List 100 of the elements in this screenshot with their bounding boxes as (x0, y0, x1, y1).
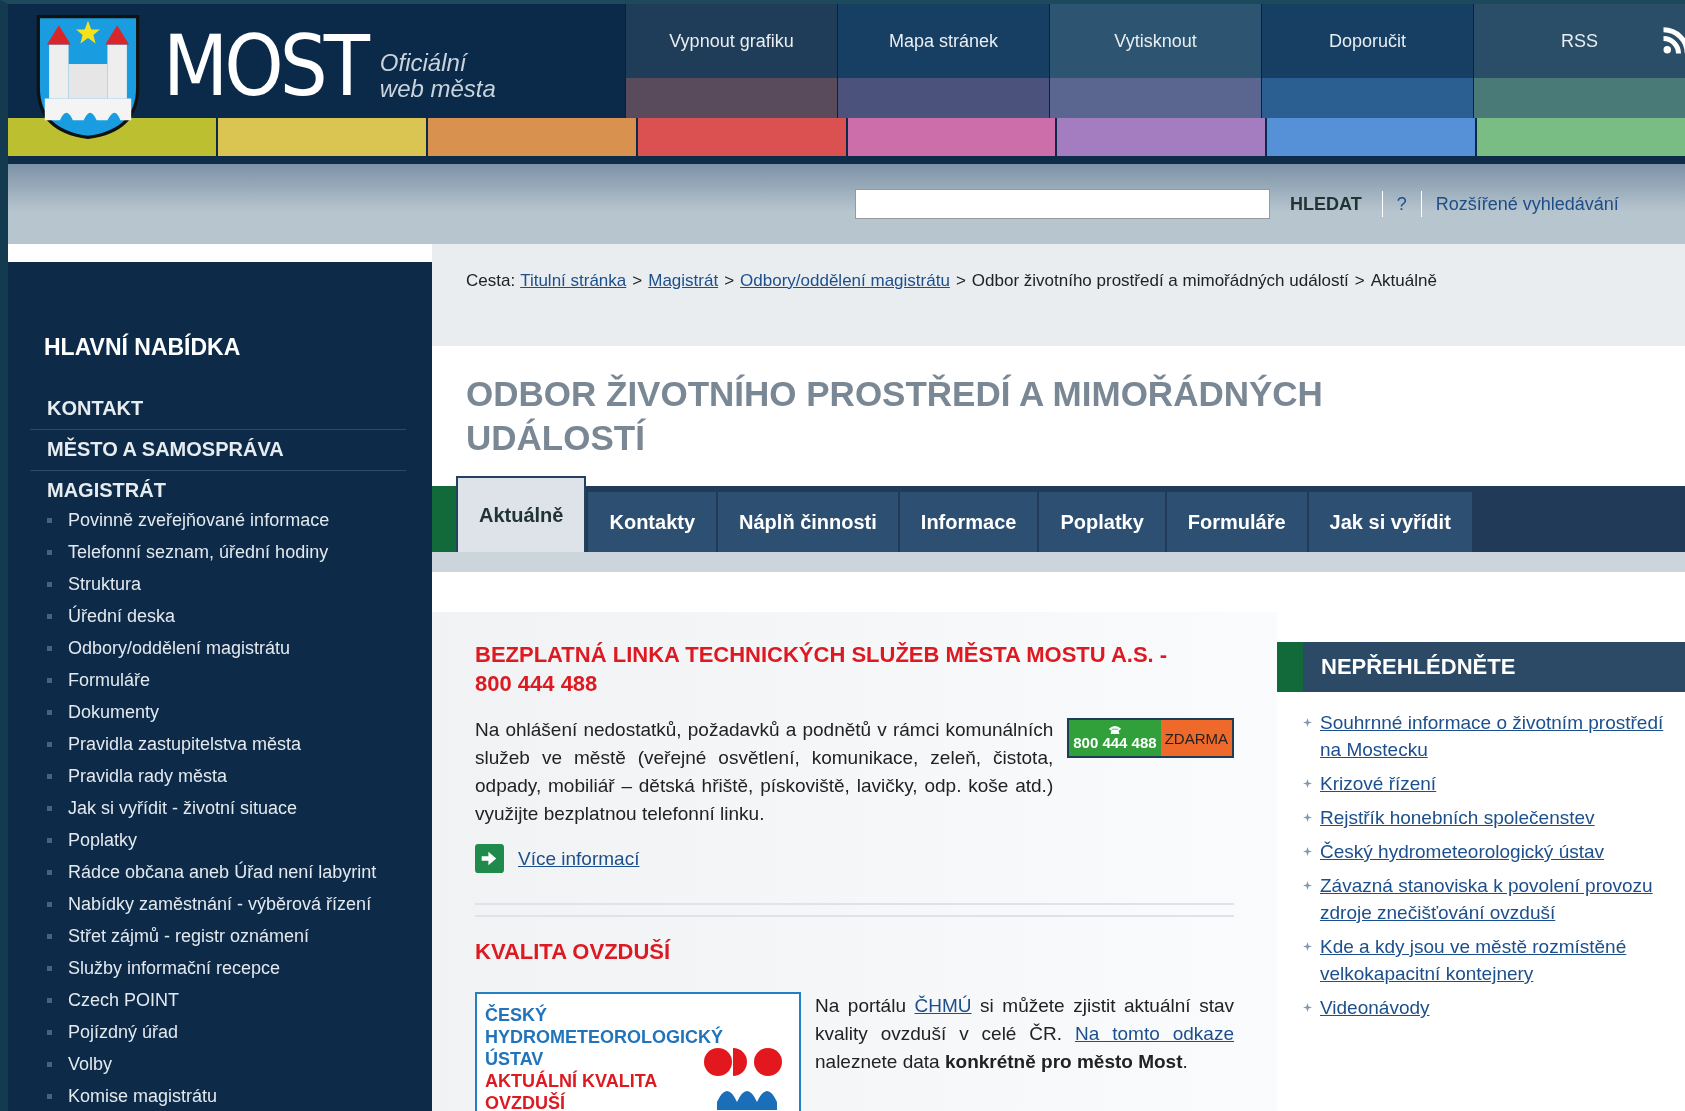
bullet-icon (1303, 1003, 1312, 1012)
sidebar-item[interactable]: MĚSTO A SAMOSPRÁVA (30, 430, 406, 471)
bullet-icon (47, 741, 52, 747)
breadcrumb-link[interactable]: Titulní stránka (520, 271, 627, 290)
bullet-icon (47, 645, 52, 651)
bullet-icon (1303, 718, 1312, 727)
sidebar-subitem[interactable]: Odbory/oddělení magistrátu (68, 637, 291, 659)
bullet-icon (1303, 847, 1312, 856)
breadcrumb-link[interactable]: Odbory/oddělení magistrátu (740, 271, 950, 290)
chmu-banner[interactable]: ČESKÝ HYDROMETEOROLOGICKÝ ÚSTAV AKTUÁLNÍ KVALITA OVZDUŠÍ (475, 992, 801, 1111)
header-link[interactable]: Mapa stránek (838, 4, 1049, 78)
tab[interactable]: Informace (899, 492, 1038, 552)
badge-phone-number: 800 444 488 (1073, 734, 1157, 751)
aside-link[interactable]: Kde a kdy jsou ve městě rozmístěné velkokapacitní kontejnery (1320, 933, 1665, 987)
breadcrumb-separator: > (632, 271, 643, 290)
bullet-icon (47, 805, 52, 811)
sidebar-item[interactable]: KONTAKT (30, 389, 406, 430)
aside-link[interactable]: Videonávody (1320, 994, 1430, 1021)
logo-subtitle: web města (379, 76, 496, 103)
bullet-icon (47, 517, 52, 523)
article-heading: BEZPLATNÁ LINKA TECHNICKÝCH SLUŽEB MĚSTA MOSTU A.S. - 800 444 488 (475, 641, 1169, 698)
badge-label: ZDARMA (1160, 720, 1232, 756)
more-info-link[interactable]: Více informací (518, 847, 640, 870)
bullet-icon (47, 581, 52, 587)
advanced-search-link[interactable]: Rozšířené vyhledávání (1435, 193, 1619, 215)
aside-link[interactable]: Souhrnné informace o životním prostředí na Mostecku (1320, 709, 1665, 763)
breadcrumb-current: Odbor životního prostředí a mimořádných událostí (971, 271, 1349, 290)
bullet-icon (47, 1093, 52, 1099)
breadcrumb-separator: > (1354, 271, 1365, 290)
sidebar-subitem[interactable]: Volby (68, 1053, 113, 1075)
bullet-icon (1303, 942, 1312, 951)
sidebar-subitem[interactable]: Komise magistrátu (68, 1085, 218, 1107)
tab[interactable]: Aktuálně (456, 476, 587, 552)
bullet-icon (47, 1029, 52, 1035)
bullet-icon (47, 773, 52, 779)
sidebar-subitem[interactable]: Formuláře (68, 669, 151, 691)
aside-link[interactable]: Krizové řízení (1320, 770, 1437, 797)
phone-icon (1107, 725, 1122, 734)
sidebar-subitem[interactable]: Střet zájmů - registr oznámení (68, 925, 310, 947)
sidebar-heading: HLAVNÍ NABÍDKA (43, 334, 242, 361)
header-link[interactable]: Doporučit (1262, 4, 1473, 78)
tab[interactable]: Kontakty (588, 492, 717, 552)
breadcrumb-current: Aktuálně (1370, 271, 1437, 290)
bullet-icon (1303, 813, 1312, 822)
inline-link[interactable]: Na tomto odkaze (1075, 1023, 1234, 1044)
article-text: Na portálu ČHMÚ si můžete zjistit aktuální stav kvality ovzduší v celé ČR. Na tomto odkaze naleznete data konkrétně pro město Most. (815, 994, 1234, 1074)
sidebar-subitem[interactable]: Služby informační recepce (68, 957, 281, 979)
article-text: Na ohlášení nedostatků, požadavků a podnětů v rámci komunálních služeb ve městě (veřejné osvětlení, komunikace, zeleň, čistota, odpady, mobiliář – dětská hřiště, pískoviště, lavičky, odp. koše atd.) využijte bezplatnou telefonní linku. (475, 718, 1054, 826)
aside-heading: NEPŘEHLÉDNĚTE (1277, 642, 1685, 692)
sidebar-subitem[interactable]: Jak si vyřídit - životní situace (68, 797, 298, 819)
help-link[interactable]: ? (1396, 193, 1407, 215)
sidebar-subitem[interactable]: Povinně zveřejňované informace (68, 509, 330, 531)
sidebar-subitem[interactable]: Dokumenty (68, 701, 160, 723)
header-link[interactable]: Vypnout grafiku (626, 4, 837, 78)
aside-link[interactable]: Český hydrometeorologický ústav (1320, 838, 1605, 865)
phone-badge[interactable]: 800 444 488 ZDARMA (1067, 718, 1234, 758)
aside-link[interactable]: Rejstřík honebních společenstev (1320, 804, 1595, 831)
sidebar-subitem[interactable]: Czech POINT (68, 989, 180, 1011)
banner-subtitle: AKTUÁLNÍ KVALITA OVZDUŠÍ (485, 1070, 658, 1111)
sidebar-subitem[interactable]: Struktura (68, 573, 142, 595)
sidebar-subitem[interactable]: Rádce občana aneb Úřad není labyrint (68, 861, 377, 883)
bullet-icon (47, 901, 52, 907)
tab[interactable]: Formuláře (1166, 492, 1307, 552)
sidebar-subitem[interactable]: Poplatky (68, 829, 138, 851)
breadcrumb-separator: > (955, 271, 966, 290)
logo-subtitle: Oficiální (379, 49, 469, 76)
sidebar-subitem[interactable]: Telefonní seznam, úřední hodiny (68, 541, 329, 563)
bullet-icon (47, 549, 52, 555)
sidebar-subitem[interactable]: Úřední deska (68, 605, 176, 627)
bullet-icon (47, 709, 52, 715)
bullet-icon (47, 677, 52, 683)
sidebar-subitem[interactable]: Pojízdný úřad (68, 1021, 179, 1043)
sidebar-subitem[interactable]: Pravidla zastupitelstva města (68, 733, 302, 755)
bullet-icon (47, 965, 52, 971)
bullet-icon (47, 997, 52, 1003)
bullet-icon (47, 613, 52, 619)
page-title: ODBOR ŽIVOTNÍHO PROSTŘEDÍ A MIMOŘÁDNÝCH UDÁLOSTÍ (466, 373, 1324, 459)
search-field[interactable] (855, 189, 1270, 219)
aside-link[interactable]: Závazná stanoviska k povolení provozu zdroje znečišťování ovzduší (1320, 872, 1665, 926)
tab[interactable]: Poplatky (1039, 492, 1165, 552)
logo-title[interactable]: MOST (163, 24, 366, 108)
sidebar-subitem[interactable]: Pravidla rady města (68, 765, 228, 787)
sidebar-item[interactable]: MAGISTRÁT (30, 471, 406, 504)
tab[interactable]: Jak si vyřídit (1308, 492, 1472, 552)
bullet-icon (47, 837, 52, 843)
header-link[interactable]: RSS (1474, 4, 1685, 78)
header-link[interactable]: Vytisknout (1050, 4, 1261, 78)
bullet-icon (47, 869, 52, 875)
search-button[interactable]: HLEDAT (1284, 193, 1368, 215)
tab[interactable]: Náplň činnosti (718, 492, 898, 552)
bullet-icon (1303, 779, 1312, 788)
banner-title: ČESKÝ HYDROMETEOROLOGICKÝ ÚSTAV (485, 1004, 724, 1070)
article-heading: KVALITA OVZDUŠÍ (475, 938, 672, 966)
inline-link[interactable]: ČHMÚ (914, 995, 972, 1016)
tab-bar-accent (432, 486, 456, 552)
breadcrumb-link[interactable]: Magistrát (648, 271, 719, 290)
bullet-icon (1303, 881, 1312, 890)
breadcrumb-label: Cesta: (466, 271, 516, 290)
sidebar-subitem[interactable]: Nabídky zaměstnání - výběrová řízení (68, 893, 372, 915)
rss-icon (1661, 26, 1685, 56)
